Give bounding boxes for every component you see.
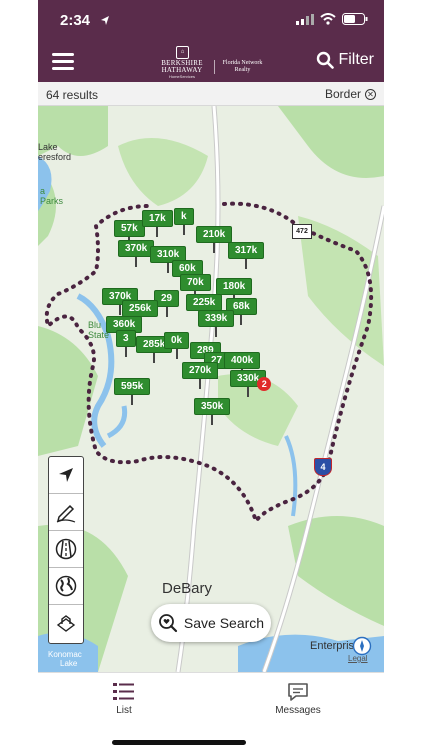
tab-list[interactable]: List	[64, 679, 184, 716]
tab-messages-label: Messages	[275, 705, 321, 716]
map-view[interactable]: Lake eresford a Parks Blu State DeBary E…	[38, 106, 384, 672]
globe-icon	[55, 575, 77, 597]
app-screen: 2:34 ⌂ BERKSHIRE HATHAWAY HomeServices F…	[38, 0, 384, 750]
property-price-pin[interactable]: 330k 2	[230, 370, 272, 397]
border-label: Border	[324, 87, 361, 101]
property-price-pin[interactable]: 400k	[224, 352, 261, 379]
interstate-shield: 4	[314, 458, 332, 476]
property-price-pin[interactable]: 595k	[114, 378, 151, 405]
brand-subtitle: HomeServices	[168, 74, 195, 79]
property-price-pin[interactable]: 3	[116, 330, 136, 357]
search-icon	[317, 51, 335, 69]
draw-pencil-icon	[56, 504, 76, 523]
property-price-pin[interactable]: 256k	[122, 300, 159, 327]
property-price-pin[interactable]: 225k	[186, 294, 223, 321]
current-location-button[interactable]	[49, 457, 83, 494]
property-price-pin[interactable]: 57k	[114, 220, 145, 247]
brand-office: Florida Network Realty	[214, 60, 268, 74]
location-services-icon	[101, 16, 109, 25]
map-place-label: Lake	[60, 659, 78, 668]
satellite-view-button[interactable]	[49, 568, 83, 605]
heart-search-icon	[159, 614, 178, 633]
brand-name: BERKSHIRE HATHAWAY	[161, 59, 203, 74]
compass-icon[interactable]	[352, 636, 372, 656]
property-price-pin[interactable]: 210k	[196, 226, 233, 253]
property-price-pin[interactable]: 370k	[118, 240, 155, 267]
property-price-pin[interactable]: 0k	[164, 332, 190, 359]
property-price-pin[interactable]: 317k	[228, 242, 265, 269]
property-price-pin[interactable]: 70k	[180, 274, 211, 301]
chat-bubble-icon	[288, 683, 308, 701]
highway-shield-sr472: 472	[292, 224, 312, 239]
tab-messages[interactable]: Messages	[238, 679, 358, 716]
property-price-pin[interactable]: 350k	[194, 398, 231, 425]
bottom-tab-bar: List Messages	[38, 672, 384, 750]
home-indicator	[112, 740, 246, 745]
brand-seal-icon: ⌂	[176, 46, 189, 59]
map-place-label: Konomac	[48, 650, 82, 659]
property-price-pin[interactable]: 270k	[182, 362, 219, 389]
map-place-label: Lake	[38, 142, 58, 152]
save-search-label: Save Search	[183, 615, 265, 631]
hamburger-menu-button[interactable]	[52, 53, 74, 71]
map-place-label: Blu	[88, 320, 102, 330]
cellular-signal-icon	[296, 13, 314, 25]
results-bar: 64 results Border ✕	[38, 82, 384, 106]
property-price-pin[interactable]: k	[174, 208, 194, 235]
property-price-pin[interactable]: 180k	[216, 278, 253, 305]
top-nav-bar: ⌂ BERKSHIRE HATHAWAY HomeServices Florid…	[38, 44, 384, 82]
property-price-pin[interactable]: 339k	[198, 310, 235, 337]
map-place-label: a	[40, 186, 46, 196]
3d-view-button[interactable]	[49, 605, 83, 642]
list-icon	[113, 683, 134, 700]
map-tools	[48, 456, 84, 644]
map-city-label: DeBary	[162, 580, 213, 597]
property-price-pin[interactable]: 17k	[142, 210, 173, 237]
save-search-button[interactable]: Save Search	[151, 604, 271, 642]
filter-label: Filter	[338, 51, 374, 68]
map-place-label: Parks	[40, 196, 64, 206]
3d-house-icon	[56, 614, 76, 632]
border-toggle-button[interactable]: Border ✕	[325, 87, 376, 101]
close-circle-icon: ✕	[365, 88, 376, 100]
wifi-icon	[320, 13, 336, 25]
filter-button[interactable]: Filter	[316, 51, 374, 69]
brand-logo: ⌂ BERKSHIRE HATHAWAY HomeServices Florid…	[156, 46, 268, 80]
battery-icon	[342, 13, 368, 25]
map-place-label: eresford	[38, 152, 72, 162]
location-arrow-icon	[59, 468, 73, 482]
draw-area-button[interactable]	[49, 494, 83, 531]
road-icon	[55, 538, 77, 560]
results-count: 64 results	[46, 88, 99, 102]
status-time: 2:34	[60, 12, 91, 29]
status-bar: 2:34	[38, 0, 384, 44]
map-type-road-button[interactable]	[49, 531, 83, 568]
tab-list-label: List	[116, 705, 132, 716]
